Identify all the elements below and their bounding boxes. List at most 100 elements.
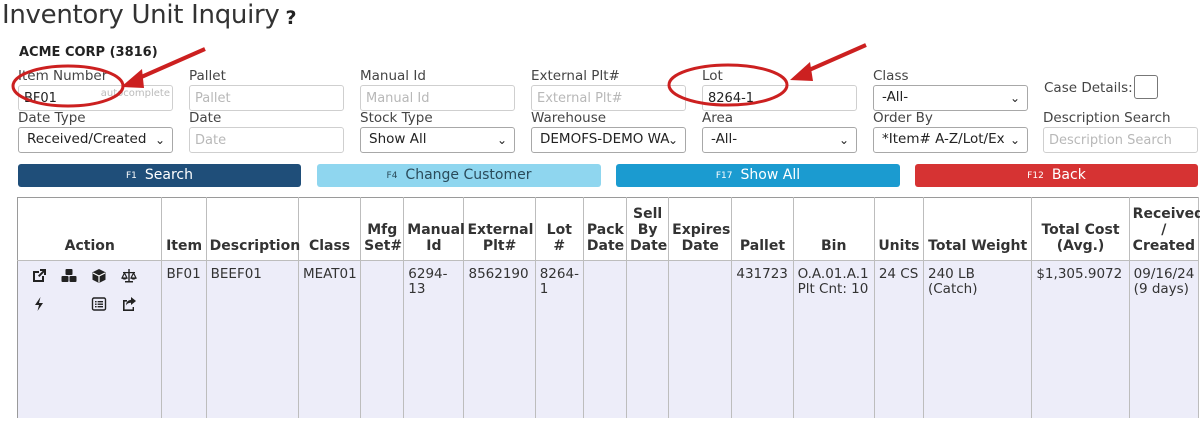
inventory-grid: Action Item Description Class Mfg Set# M… bbox=[16, 197, 1200, 418]
description-cell: BEEF01 bbox=[206, 260, 299, 418]
order-by-label: Order By bbox=[873, 110, 933, 126]
show-all-button[interactable]: F17 Show All bbox=[616, 164, 900, 187]
area-field: Area -All- ⌄ bbox=[702, 110, 857, 153]
table-row[interactable]: BF01 BEEF01 MEAT01 6294-13 8562190 8264-… bbox=[16, 260, 1200, 418]
change-customer-button[interactable]: F4 Change Customer bbox=[317, 164, 601, 187]
col-pack-date[interactable]: Pack Date bbox=[583, 197, 628, 261]
date-type-field: Date Type Received/Created ⌄ bbox=[18, 110, 173, 153]
pallet-input[interactable] bbox=[189, 85, 344, 111]
bolt-icon[interactable] bbox=[28, 295, 50, 313]
warehouse-field: Warehouse DEMOFS-DEMO WA ⌄ bbox=[531, 110, 686, 153]
bin-value: O.A.01.A.1 bbox=[797, 266, 869, 282]
chevron-down-icon: ⌄ bbox=[496, 133, 507, 147]
external-plt-input[interactable] bbox=[531, 85, 686, 111]
date-type-select[interactable]: Received/Created ⌄ bbox=[18, 127, 173, 153]
chevron-down-icon: ⌄ bbox=[1009, 133, 1020, 147]
bin-count: Plt Cnt: 10 bbox=[797, 281, 869, 297]
col-external-plt[interactable]: External Plt# bbox=[463, 197, 536, 261]
units-cell: 24 CS bbox=[874, 260, 924, 418]
boxes-icon[interactable] bbox=[58, 267, 80, 285]
col-class[interactable]: Class bbox=[298, 197, 362, 261]
f4-key-hint: F4 bbox=[386, 171, 398, 181]
case-details-label: Case Details: bbox=[1044, 80, 1133, 96]
date-input[interactable] bbox=[189, 127, 344, 153]
table-header-row: Action Item Description Class Mfg Set# M… bbox=[16, 197, 1200, 261]
date-field: Date bbox=[189, 110, 344, 153]
area-label: Area bbox=[702, 110, 734, 126]
list-icon[interactable] bbox=[88, 295, 110, 313]
back-button[interactable]: F12 Back bbox=[915, 164, 1198, 187]
col-pallet[interactable]: Pallet bbox=[731, 197, 794, 261]
cube-icon[interactable] bbox=[88, 267, 110, 285]
received-date: 09/16/24 bbox=[1133, 266, 1195, 282]
warehouse-label: Warehouse bbox=[531, 110, 607, 126]
pack-date-cell bbox=[583, 260, 628, 418]
col-action: Action bbox=[16, 197, 163, 261]
f17-key-hint: F17 bbox=[715, 171, 733, 181]
item-cell: BF01 bbox=[161, 260, 207, 418]
mfg-set-cell bbox=[360, 260, 405, 418]
pallet-label: Pallet bbox=[189, 68, 226, 84]
sell-by-date-cell bbox=[626, 260, 670, 418]
warehouse-select[interactable]: DEMOFS-DEMO WA ⌄ bbox=[531, 127, 686, 153]
class-select[interactable]: -All- ⌄ bbox=[873, 85, 1028, 111]
customer-name: ACME CORP (3816) bbox=[19, 45, 158, 60]
manual-id-cell: 6294-13 bbox=[403, 260, 465, 418]
class-field: Class -All- ⌄ bbox=[873, 68, 1028, 111]
class-cell: MEAT01 bbox=[298, 260, 362, 418]
manual-id-label: Manual Id bbox=[360, 68, 426, 84]
case-details-checkbox[interactable] bbox=[1134, 75, 1158, 99]
col-bin[interactable]: Bin bbox=[793, 197, 875, 261]
chevron-down-icon: ⌄ bbox=[154, 133, 165, 147]
received-cell: 09/16/24 (9 days) bbox=[1129, 260, 1200, 418]
page-title: Inventory Unit Inquiry? bbox=[2, 0, 297, 30]
lot-input[interactable] bbox=[702, 85, 857, 111]
search-button[interactable]: F1 Search bbox=[18, 164, 301, 187]
scale-icon[interactable] bbox=[118, 267, 140, 285]
bin-cell: O.A.01.A.1 Plt Cnt: 10 bbox=[793, 260, 875, 418]
chevron-down-icon: ⌄ bbox=[667, 133, 678, 147]
external-plt-label: External Plt# bbox=[531, 68, 620, 84]
stock-type-field: Stock Type Show All ⌄ bbox=[360, 110, 515, 153]
lot-cell: 8264-1 bbox=[535, 260, 584, 418]
col-description[interactable]: Description bbox=[206, 197, 300, 261]
area-select[interactable]: -All- ⌄ bbox=[702, 127, 857, 153]
description-search-input[interactable] bbox=[1043, 127, 1198, 153]
help-icon[interactable]: ? bbox=[285, 7, 296, 29]
col-sell-by-date[interactable]: Sell By Date bbox=[626, 197, 670, 261]
inventory-table: Action Item Description Class Mfg Set# M… bbox=[16, 197, 1200, 418]
received-age: (9 days) bbox=[1133, 281, 1189, 297]
stock-type-label: Stock Type bbox=[360, 110, 433, 126]
f1-key-hint: F1 bbox=[125, 171, 137, 181]
item-number-label: Item Number bbox=[18, 68, 108, 84]
col-item[interactable]: Item bbox=[161, 197, 207, 261]
col-received[interactable]: Received / Created bbox=[1129, 197, 1200, 261]
external-plt-cell: 8562190 bbox=[463, 260, 536, 418]
total-cost-cell: $1,305.9072 bbox=[1031, 260, 1130, 418]
order-by-select[interactable]: *Item# A-Z/Lot/Ex ⌄ bbox=[873, 127, 1028, 153]
manual-id-input[interactable] bbox=[360, 85, 515, 111]
pallet-field: Pallet bbox=[189, 68, 344, 111]
lot-label: Lot bbox=[702, 68, 723, 84]
col-total-weight[interactable]: Total Weight bbox=[923, 197, 1033, 261]
external-link-icon[interactable] bbox=[28, 267, 50, 285]
autocomplete-hint: autocomplete bbox=[100, 88, 170, 99]
date-label: Date bbox=[189, 110, 222, 126]
action-cell bbox=[16, 260, 163, 418]
item-number-field: Item Number autocomplete bbox=[18, 68, 173, 111]
col-mfg-set[interactable]: Mfg Set# bbox=[360, 197, 405, 261]
col-units[interactable]: Units bbox=[874, 197, 924, 261]
share-icon[interactable] bbox=[118, 295, 140, 313]
lot-field: Lot bbox=[702, 68, 857, 111]
f12-key-hint: F12 bbox=[1027, 171, 1044, 181]
stock-type-select[interactable]: Show All ⌄ bbox=[360, 127, 515, 153]
order-by-field: Order By *Item# A-Z/Lot/Ex ⌄ bbox=[873, 110, 1028, 153]
col-lot[interactable]: Lot # bbox=[535, 197, 584, 261]
chevron-down-icon: ⌄ bbox=[1009, 91, 1020, 105]
col-expires-date[interactable]: Expires Date bbox=[668, 197, 733, 261]
col-manual-id[interactable]: Manual Id bbox=[403, 197, 465, 261]
description-search-label: Description Search bbox=[1043, 110, 1171, 126]
total-weight-cell: 240 LB (Catch) bbox=[923, 260, 1033, 418]
class-label: Class bbox=[873, 68, 909, 84]
col-total-cost[interactable]: Total Cost (Avg.) bbox=[1031, 197, 1130, 261]
